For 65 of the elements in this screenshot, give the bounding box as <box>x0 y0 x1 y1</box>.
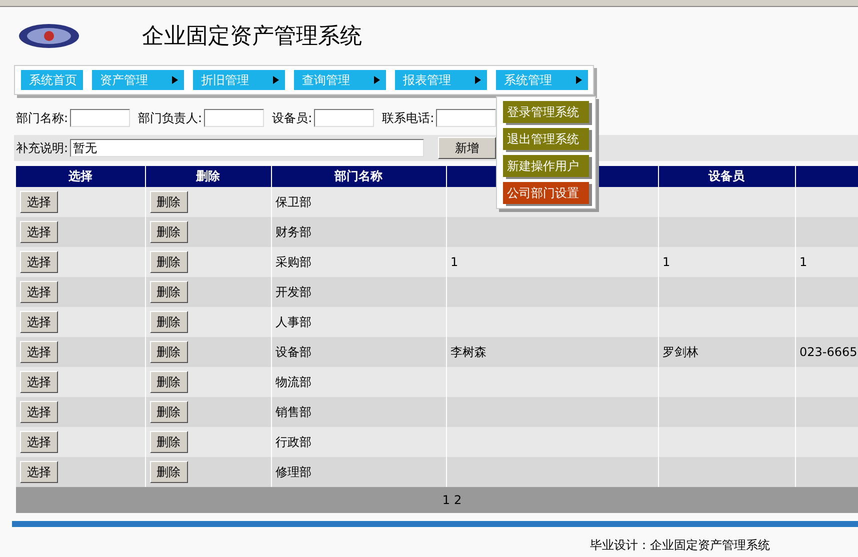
field-label: 部门名称: <box>16 110 68 126</box>
dropdown-item[interactable]: 登录管理系统 <box>503 101 589 123</box>
delete-button[interactable]: 删除 <box>150 281 188 303</box>
delete-button[interactable]: 删除 <box>150 311 188 333</box>
delete-button[interactable]: 删除 <box>150 371 188 393</box>
table-cell: 开发部 <box>276 284 312 298</box>
field-label: 补充说明: <box>16 140 68 156</box>
delete-button[interactable]: 删除 <box>150 341 188 363</box>
table-cell: 人事部 <box>276 314 312 328</box>
select-button[interactable]: 选择 <box>20 221 58 243</box>
input-field[interactable] <box>314 109 374 127</box>
select-button[interactable]: 选择 <box>20 281 58 303</box>
triangle-icon <box>576 76 582 84</box>
footer-text: 毕业设计：企业固定资产管理系统 <box>590 538 770 552</box>
add-button[interactable]: 新增 <box>438 137 496 159</box>
delete-button[interactable]: 删除 <box>150 221 188 243</box>
column-header: 选择 <box>16 166 145 187</box>
triangle-icon <box>172 76 178 84</box>
table-cell: 采购部 <box>276 254 312 268</box>
input-field[interactable] <box>204 109 264 127</box>
input-field[interactable] <box>436 109 496 127</box>
delete-button[interactable]: 删除 <box>150 431 188 453</box>
dropdown-item[interactable]: 公司部门设置 <box>503 182 589 204</box>
table-cell: 销售部 <box>276 404 312 418</box>
select-button[interactable]: 选择 <box>20 311 58 333</box>
table-cell: 李树森 <box>450 344 486 358</box>
table-cell: 023-6665 <box>800 345 858 359</box>
select-button[interactable]: 选择 <box>20 341 58 363</box>
select-button[interactable]: 选择 <box>20 251 58 273</box>
field-label: 设备员: <box>272 110 312 126</box>
system-title: 企业固定资产管理系统 <box>142 23 362 51</box>
select-button[interactable]: 选择 <box>20 461 58 483</box>
column-header: 删除 <box>145 166 271 187</box>
table-cell: 1 <box>450 255 458 269</box>
triangle-icon <box>374 76 380 84</box>
table-cell: 财务部 <box>276 224 312 238</box>
delete-button[interactable]: 删除 <box>150 461 188 483</box>
input-field[interactable]: 暂无 <box>70 139 424 157</box>
column-header: 设备员 <box>658 166 795 187</box>
dropdown-item[interactable]: 新建操作用户 <box>503 155 589 177</box>
select-button[interactable]: 选择 <box>20 401 58 423</box>
table-cell: 1 <box>800 255 808 269</box>
table-cell: 保卫部 <box>276 194 312 208</box>
delete-button[interactable]: 删除 <box>150 401 188 423</box>
select-button[interactable]: 选择 <box>20 371 58 393</box>
select-button[interactable]: 选择 <box>20 431 58 453</box>
table-cell: 物流部 <box>276 374 312 388</box>
emblem-logo <box>18 23 80 49</box>
triangle-icon <box>273 76 279 84</box>
table-cell: 修理部 <box>276 464 312 478</box>
table-cell: 设备部 <box>276 344 312 358</box>
field-label: 联系电话: <box>382 110 434 126</box>
delete-button[interactable]: 删除 <box>150 251 188 273</box>
page-link[interactable]: 1 <box>442 493 450 507</box>
dropdown-item[interactable]: 退出管理系统 <box>503 128 589 150</box>
delete-button[interactable]: 删除 <box>150 191 188 213</box>
table-cell: 罗剑林 <box>662 344 698 358</box>
triangle-icon <box>475 76 481 84</box>
page-link[interactable]: 2 <box>454 493 462 507</box>
field-label: 部门负责人: <box>138 110 202 126</box>
table-cell: 1 <box>662 255 670 269</box>
select-button[interactable]: 选择 <box>20 191 58 213</box>
column-header: 部门名称 <box>271 166 446 187</box>
input-field[interactable] <box>70 109 130 127</box>
table-cell: 行政部 <box>276 434 312 448</box>
